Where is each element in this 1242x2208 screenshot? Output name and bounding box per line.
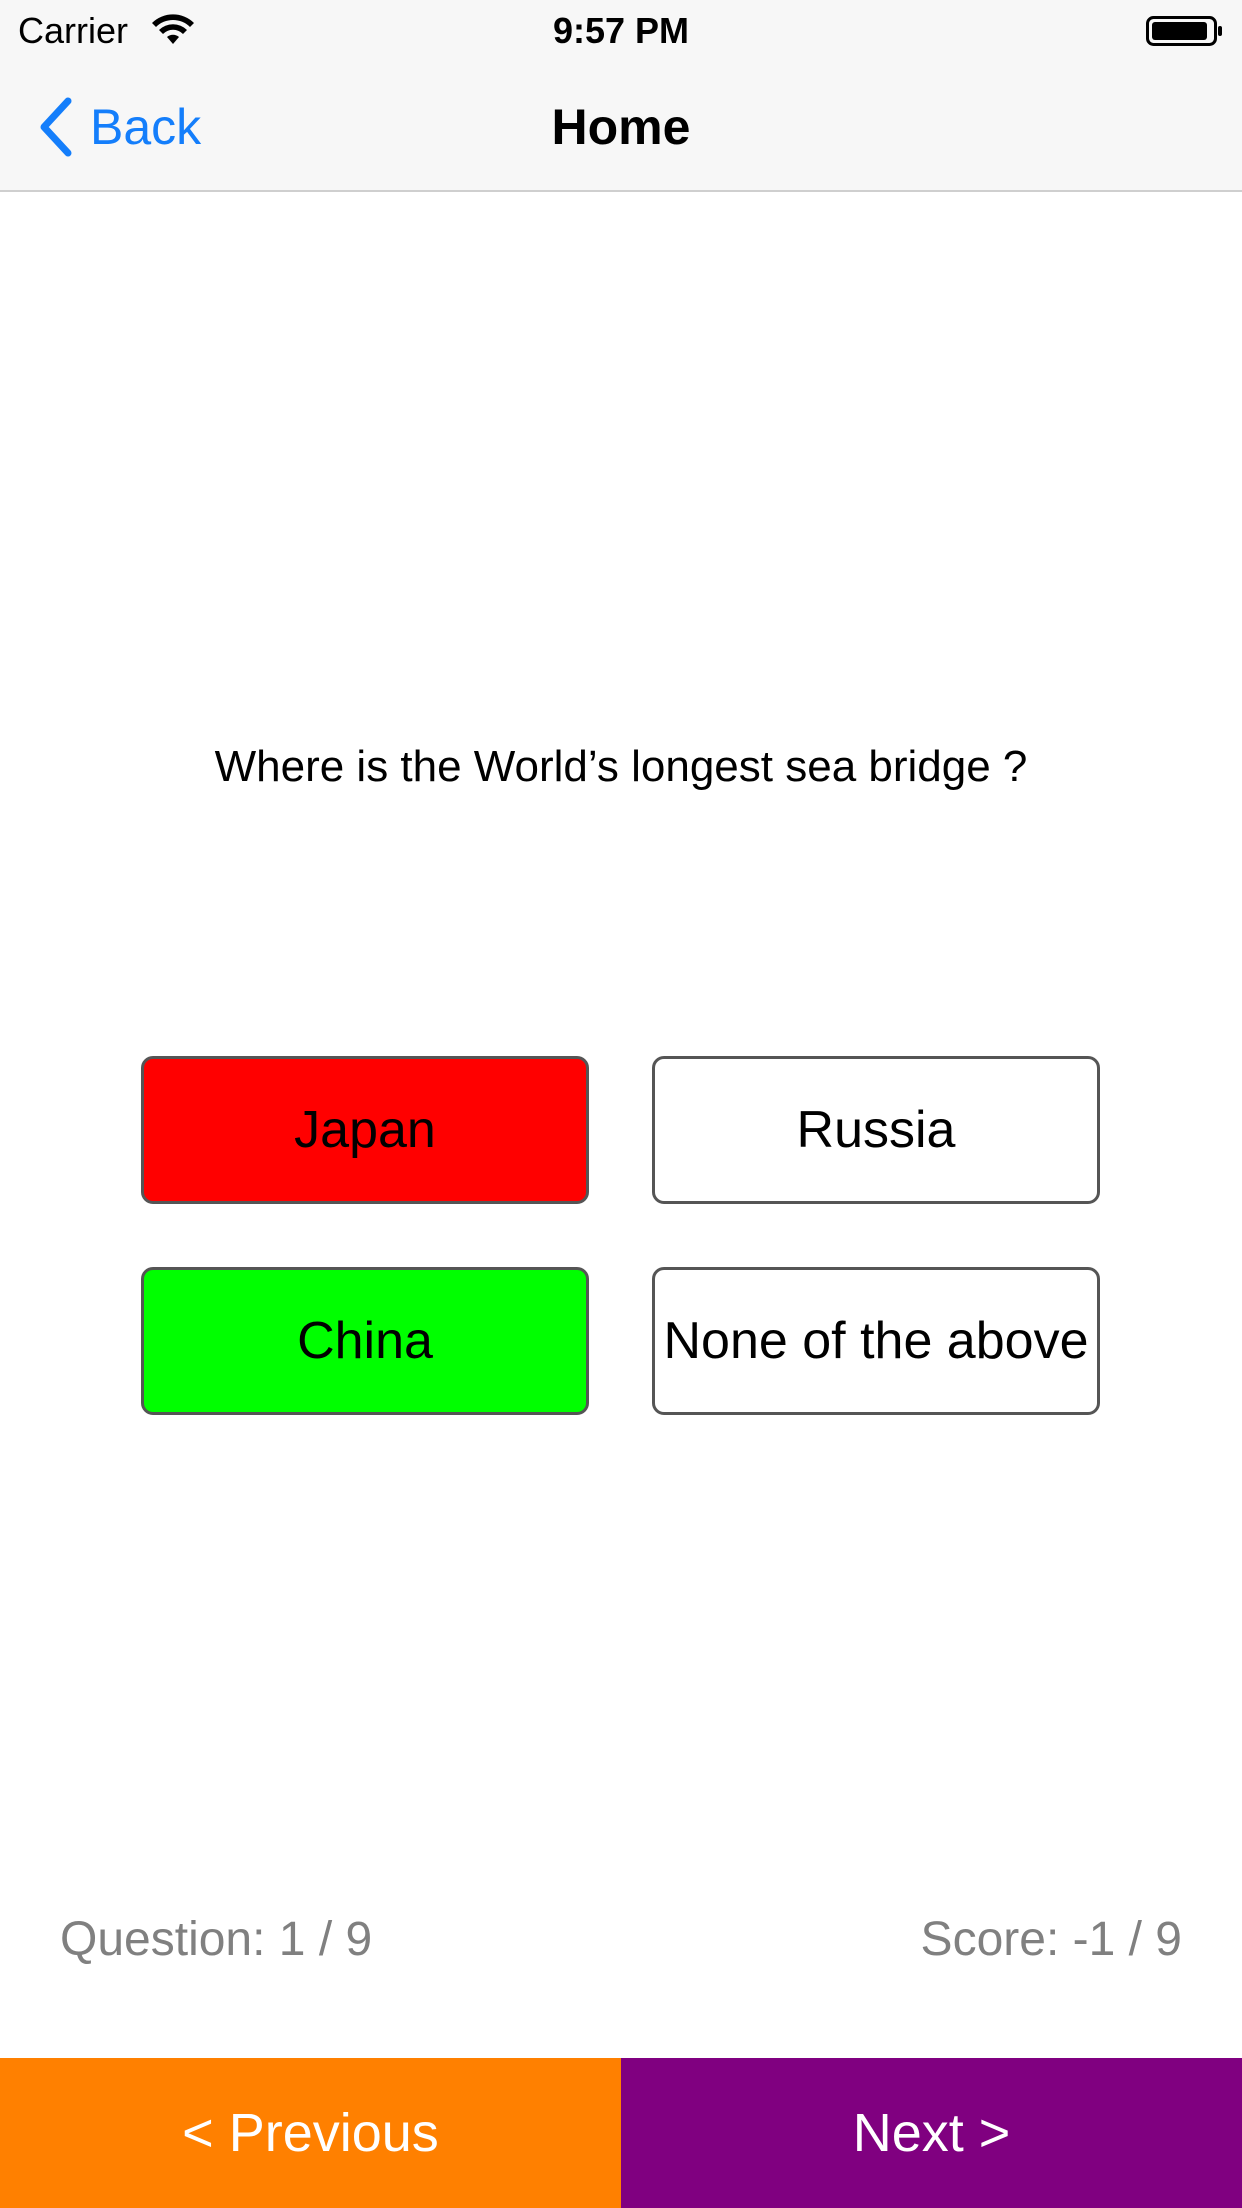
quiz-screen: Carrier 9:57 PM Back Home Where is the W…	[0, 0, 1242, 2208]
answer-button-china[interactable]: China	[141, 1267, 589, 1415]
next-button[interactable]: Next >	[621, 2058, 1242, 2208]
status-bar: Carrier 9:57 PM	[0, 0, 1242, 62]
previous-label: < Previous	[182, 2103, 439, 2163]
answer-button-japan[interactable]: Japan	[141, 1056, 589, 1204]
status-time: 9:57 PM	[552, 10, 690, 51]
next-label: Next >	[852, 2103, 1011, 2163]
answer-button-none-of-the-above[interactable]: None of the above	[652, 1267, 1100, 1415]
answer-label: Japan	[294, 1101, 436, 1159]
answer-label: Russia	[796, 1101, 956, 1159]
question-text: Where is the World’s longest sea bridge …	[214, 742, 1028, 791]
question-counter: Question: 1 / 9	[60, 1913, 373, 1966]
answer-label: China	[297, 1312, 433, 1370]
score-label: Score: -1 / 9	[920, 1913, 1182, 1966]
battery-icon	[1146, 16, 1222, 46]
answer-button-russia[interactable]: Russia	[652, 1056, 1100, 1204]
page-title: Home	[551, 99, 691, 155]
navigation-bar: Back Home	[0, 62, 1242, 192]
previous-button[interactable]: < Previous	[0, 2058, 621, 2208]
answer-label: None of the above	[663, 1312, 1089, 1370]
